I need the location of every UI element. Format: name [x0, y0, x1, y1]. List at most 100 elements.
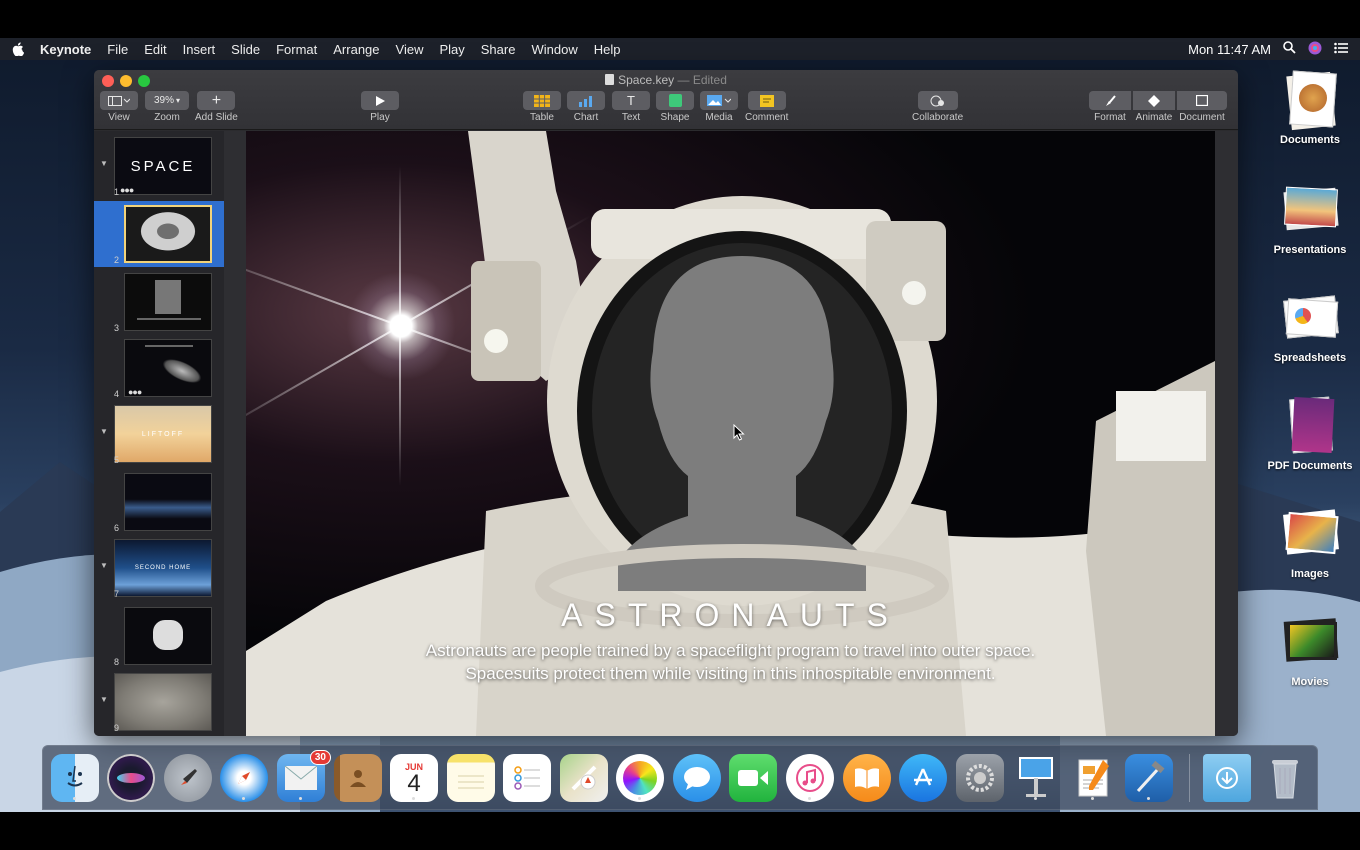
desktop-stack-images[interactable]: Images [1262, 504, 1358, 580]
itunes-icon[interactable] [786, 754, 834, 802]
ibooks-icon[interactable] [843, 754, 891, 802]
notes-icon[interactable] [447, 754, 495, 802]
table-control[interactable]: Table [523, 91, 561, 123]
mail-icon[interactable]: 30 [277, 750, 331, 802]
zoom-control[interactable]: 39% ▾ Zoom [145, 91, 189, 123]
keynote-icon[interactable] [1012, 754, 1060, 802]
sidebar-view-icon [108, 95, 130, 106]
play-control[interactable]: Play [361, 91, 399, 123]
launchpad-icon[interactable] [164, 754, 212, 802]
slide-thumbnail-7[interactable]: ▼ SECOND HOME 7 [94, 535, 224, 601]
menu-view[interactable]: View [396, 42, 424, 57]
calendar-icon[interactable]: JUN 4 [390, 754, 438, 802]
animate-control[interactable]: Animate [1133, 91, 1175, 123]
menubar-clock[interactable]: Mon 11:47 AM [1188, 42, 1271, 57]
chart-label: Chart [573, 112, 599, 123]
animate-button[interactable] [1133, 91, 1175, 110]
facetime-icon[interactable] [729, 754, 777, 802]
zoom-dropdown[interactable]: 39% ▾ [145, 91, 189, 110]
slide-thumbnail-5[interactable]: ▼ LIFTOFF 5 [94, 401, 224, 467]
finder-icon[interactable] [51, 754, 99, 802]
slide-thumbnail-4[interactable]: 4 ●●● [94, 335, 224, 401]
play-button[interactable] [361, 91, 399, 110]
comment-button[interactable] [747, 91, 786, 110]
disclosure-triangle-icon[interactable]: ▼ [100, 561, 108, 570]
system-preferences-icon[interactable] [956, 754, 1004, 802]
slide-thumbnail-8[interactable]: 8 [94, 603, 224, 669]
slide-thumbnail-2[interactable]: 2 [94, 201, 224, 267]
menu-insert[interactable]: Insert [183, 42, 216, 57]
app-store-icon[interactable] [899, 754, 947, 802]
maps-icon[interactable] [560, 754, 608, 802]
messages-icon[interactable] [673, 754, 721, 802]
spotlight-icon[interactable] [1283, 41, 1296, 57]
chart-button[interactable] [567, 91, 605, 110]
menu-play[interactable]: Play [439, 42, 464, 57]
menu-file[interactable]: File [107, 42, 128, 57]
shape-button[interactable] [656, 91, 694, 110]
format-control[interactable]: Format [1089, 91, 1131, 123]
notification-center-icon[interactable] [1334, 42, 1348, 57]
menu-help[interactable]: Help [594, 42, 621, 57]
menu-window[interactable]: Window [531, 42, 577, 57]
collaborate-button[interactable] [917, 91, 958, 110]
menu-format[interactable]: Format [276, 42, 317, 57]
slide-body-line-1[interactable]: Astronauts are people trained by a space… [246, 641, 1215, 661]
shape-control[interactable]: Shape [656, 91, 694, 123]
desktop-stack-spreadsheets[interactable]: Spreadsheets [1262, 288, 1358, 364]
menu-share[interactable]: Share [481, 42, 516, 57]
slide-canvas[interactable]: ASTRONAUTS Astronauts are people trained… [246, 131, 1215, 736]
table-button[interactable] [523, 91, 561, 110]
trash-icon[interactable] [1261, 754, 1309, 802]
reminders-icon[interactable] [503, 754, 551, 802]
safari-icon[interactable] [220, 754, 268, 802]
disclosure-triangle-icon[interactable]: ▼ [100, 695, 108, 704]
collaborate-label: Collaborate [912, 112, 964, 123]
siri-icon[interactable] [107, 754, 155, 802]
format-button[interactable] [1089, 91, 1131, 110]
add-slide-button[interactable]: + [197, 91, 236, 110]
siri-menu-icon[interactable] [1308, 41, 1322, 58]
downloads-folder-icon[interactable] [1203, 754, 1251, 802]
slide-thumbnail-3[interactable]: 3 [94, 269, 224, 335]
media-label: Media [705, 112, 733, 123]
text-control[interactable]: T Text [612, 91, 650, 123]
navigator-divider[interactable] [224, 131, 246, 736]
table-label: Table [530, 112, 554, 123]
text-button[interactable]: T [612, 91, 650, 110]
pages-icon[interactable] [1069, 754, 1117, 802]
slide-body-line-2[interactable]: Spacesuits protect them while visiting i… [246, 664, 1215, 684]
slide-thumbnail-1[interactable]: ▼ SPACE 1 ●●● [94, 133, 224, 199]
view-button[interactable] [100, 91, 138, 110]
document-button[interactable] [1177, 91, 1227, 110]
add-slide-control[interactable]: + Add Slide [195, 91, 238, 123]
contacts-icon[interactable] [334, 754, 382, 802]
menu-arrange[interactable]: Arrange [333, 42, 379, 57]
window-title-edited: — Edited [674, 73, 727, 87]
media-button[interactable] [700, 91, 738, 110]
photos-icon[interactable] [616, 754, 664, 802]
collaborate-control[interactable]: Collaborate [912, 91, 963, 123]
keynote-window: Space.key — Edited View 39% ▾ Zoom + Add … [94, 70, 1238, 736]
menu-edit[interactable]: Edit [144, 42, 166, 57]
slide-navigator[interactable]: ▼ SPACE 1 ●●● 2 3 4 ●●● ▼ LIFTOFF 5 6 ▼ … [94, 131, 224, 736]
desktop-stack-movies[interactable]: Movies [1262, 612, 1358, 688]
slide-thumbnail-6[interactable]: 6 [94, 469, 224, 535]
disclosure-triangle-icon[interactable]: ▼ [100, 159, 108, 168]
desktop-stack-presentations[interactable]: Presentations [1262, 180, 1358, 256]
view-control[interactable]: View [100, 91, 138, 123]
comment-icon [759, 94, 774, 107]
xcode-icon[interactable] [1125, 754, 1173, 802]
media-control[interactable]: Media [700, 91, 738, 123]
slide-thumbnail-9[interactable]: ▼ 9 [94, 669, 224, 735]
disclosure-triangle-icon[interactable]: ▼ [100, 427, 108, 436]
chart-control[interactable]: Chart [567, 91, 605, 123]
comment-control[interactable]: Comment [745, 91, 788, 123]
document-control[interactable]: Document [1177, 91, 1227, 123]
slide-title[interactable]: ASTRONAUTS [246, 597, 1215, 634]
apple-menu-icon[interactable] [12, 42, 26, 56]
menu-slide[interactable]: Slide [231, 42, 260, 57]
menu-app-name[interactable]: Keynote [40, 42, 91, 57]
desktop-stack-documents[interactable]: Documents [1262, 70, 1358, 146]
desktop-stack-pdf-documents[interactable]: PDF Documents [1262, 396, 1358, 472]
